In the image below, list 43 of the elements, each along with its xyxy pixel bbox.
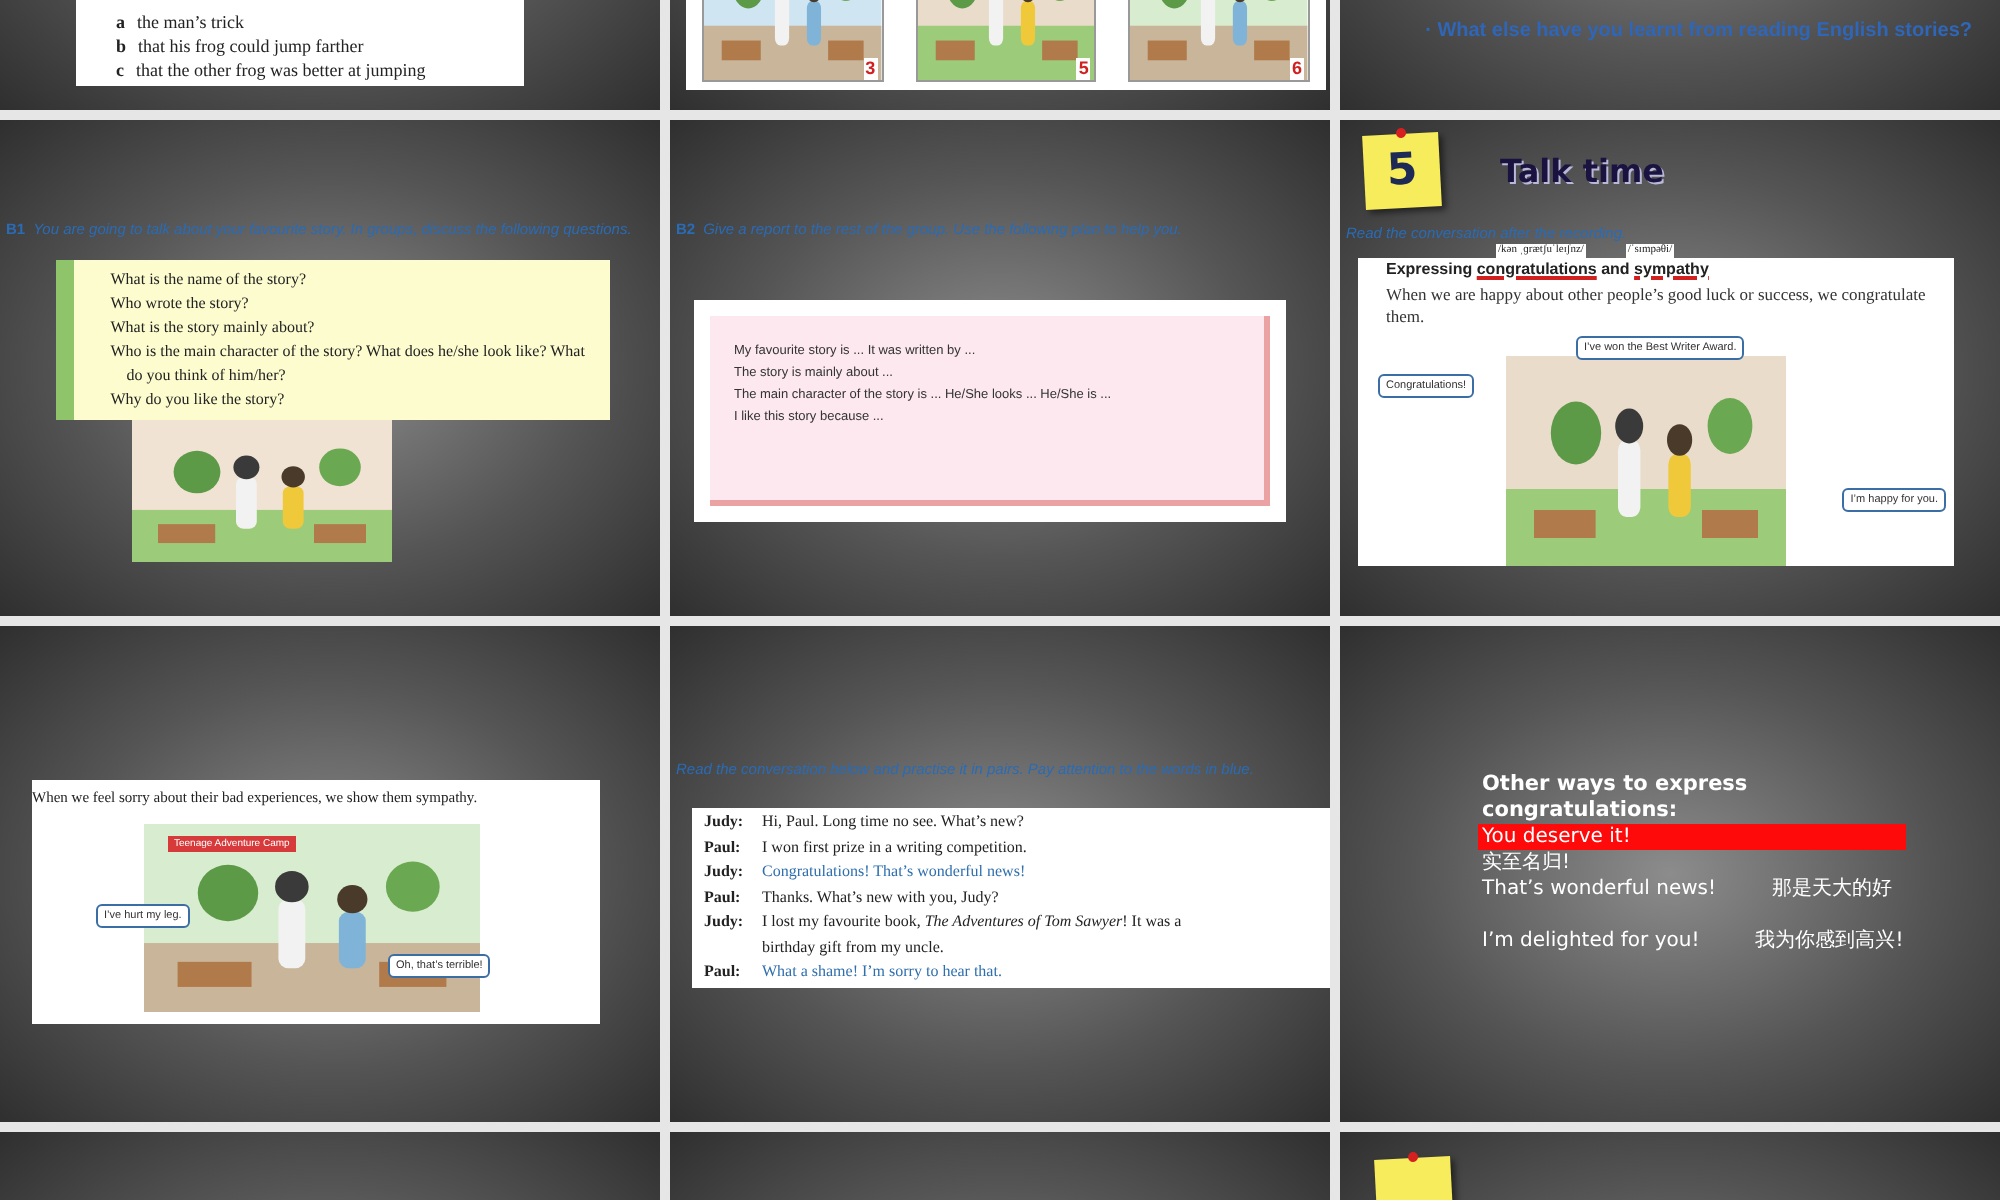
option-text: b that his frog could jump farther	[114, 34, 366, 58]
translation-text: 那是天大的好	[1772, 878, 1893, 900]
question-text: What is the name of the story?	[110, 268, 308, 292]
dialogue-line: I lost my favourite book, The Adventures of Tom Sawyer! It was a birthday gift from my uncle.	[762, 910, 1184, 960]
picture-number: 6	[1290, 58, 1305, 80]
speaker-label: Paul:	[704, 835, 743, 859]
dialogue-line: Thanks. What’s new with you, Judy?	[762, 885, 1001, 910]
speaker-label: Judy:	[704, 810, 746, 834]
section-heading: Expressing congratulations and sympathy	[1386, 260, 1711, 280]
slide-thumbnail[interactable]: Other ways to express congratulations: You deserve it! 实至名归! That’s wonderful news! 那是天大的好 I’m delighted for you! 我为你感到高兴!	[1340, 626, 2000, 1122]
slide-title: Talk time	[1500, 149, 1664, 193]
question-text: What is the story mainly about?	[110, 316, 317, 340]
dialogue-line: What a shame! I’m sorry to hear that.	[762, 960, 1004, 984]
slide-thumbnail[interactable]: a the man’s trick b that his frog could jump farther c that the other frog was better at jumping	[0, 0, 660, 110]
slide-thumbnail[interactable]	[1340, 120, 2000, 616]
question-text: Who is the main character of the story? What does he/she look like? What do you think of him/her?	[110, 340, 587, 388]
dialogue-line: Congratulations! That’s wonderful news!	[762, 860, 1028, 884]
slide-thumbnail[interactable]: 3 5 6	[670, 0, 1330, 110]
pin-icon	[1395, 127, 1407, 139]
body-text: When we are happy about other people’s good luck or success, we congratulate them.	[1386, 284, 1926, 328]
question-text: · What else have you learnt from reading English stories?	[1425, 18, 1972, 46]
translation-text: 我为你感到高兴!	[1755, 930, 1904, 952]
phrase-text[interactable]: That’s wonderful news!	[1482, 878, 1717, 900]
question-text: Why do you like the story?	[110, 388, 287, 412]
slide-thumbnail[interactable]	[670, 626, 1330, 1122]
slide-title: Other ways to express congratulations:	[1482, 772, 1750, 824]
phrase-text[interactable]: You deserve it!	[1478, 824, 1906, 850]
question-text: Who wrote the story?	[110, 292, 251, 316]
pin-icon	[1407, 1151, 1419, 1163]
slide-thumbnail[interactable]	[670, 120, 1330, 616]
dialogue-line: I won first prize in a writing competition.	[762, 835, 1029, 860]
translation-text: 实至名归!	[1482, 852, 1571, 874]
phrase-text[interactable]: I’m delighted for you!	[1482, 930, 1700, 952]
speaker-label: Judy:	[704, 910, 746, 934]
slide-thumbnail[interactable]	[0, 120, 660, 616]
speaker-label: Paul:	[704, 885, 743, 909]
option-text: c that the other frog was better at jumping	[114, 58, 428, 82]
picture-number: 5	[1076, 58, 1091, 80]
dialogue-line: Hi, Paul. Long time no see. What’s new?	[762, 810, 1026, 834]
speaker-label: Paul:	[704, 960, 743, 984]
option-text: a the man’s trick	[114, 10, 246, 34]
sticky-note-number: 5	[1385, 148, 1419, 194]
speaker-label: Judy:	[704, 860, 746, 884]
